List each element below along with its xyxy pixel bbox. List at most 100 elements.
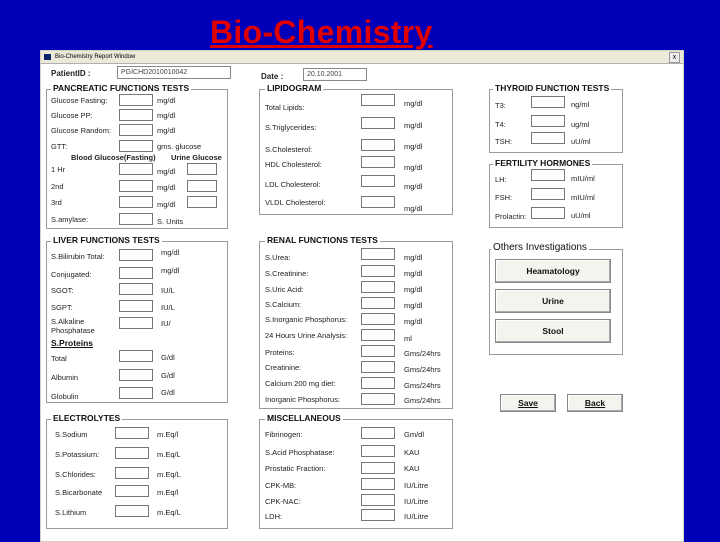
calcium-diet-input[interactable]	[361, 377, 395, 389]
inorganic-phosphorus-unit: mg/dl	[404, 317, 423, 326]
calcium-input[interactable]	[361, 297, 395, 309]
bicarbonate-input[interactable]	[115, 485, 149, 497]
t3-input[interactable]	[531, 96, 565, 108]
lh-input[interactable]	[531, 169, 565, 181]
sodium-label: S.Sodium	[55, 430, 88, 439]
vldl-input[interactable]	[361, 196, 395, 208]
protein-total-input[interactable]	[119, 350, 153, 362]
tsh-input[interactable]	[531, 132, 565, 144]
gtt-input[interactable]	[119, 140, 153, 152]
lithium-input[interactable]	[115, 505, 149, 517]
urine-proteins-input[interactable]	[361, 345, 395, 357]
save-button-label: Save	[518, 398, 538, 408]
globulin-input[interactable]	[119, 387, 153, 399]
save-button[interactable]: Save	[500, 394, 556, 412]
conjugated-unit: mg/dl	[161, 266, 180, 275]
amylase-input[interactable]	[119, 213, 153, 225]
prostatic-fraction-input[interactable]	[361, 462, 395, 474]
lh-unit: mIU/ml	[571, 174, 595, 183]
cholesterol-input[interactable]	[361, 139, 395, 151]
prolactin-unit: uU/ml	[571, 211, 591, 220]
cpk-mb-label: CPK-MB:	[265, 481, 297, 490]
cpk-mb-input[interactable]	[361, 478, 395, 490]
vldl-label: VLDL Cholesterol:	[265, 198, 326, 207]
potassium-input[interactable]	[115, 447, 149, 459]
time-2-unit: mg/dl	[157, 183, 176, 192]
bilirubin-input[interactable]	[119, 249, 153, 261]
tsh-label: TSH:	[495, 137, 513, 146]
fsh-input[interactable]	[531, 188, 565, 200]
ldh-input[interactable]	[361, 509, 395, 521]
inorganic-phosphorus-input[interactable]	[361, 313, 395, 325]
time-3-unit: mg/dl	[157, 200, 176, 209]
stool-button[interactable]: Stool	[495, 319, 611, 343]
close-icon[interactable]: x	[669, 52, 680, 63]
sgot-label: SGOT:	[51, 286, 74, 295]
glucose-fasting-unit: mg/dl	[157, 96, 176, 105]
ldl-input[interactable]	[361, 175, 395, 187]
albumin-input[interactable]	[119, 369, 153, 381]
hdl-input[interactable]	[361, 156, 395, 168]
albumin-unit: G/dl	[161, 371, 175, 380]
triglycerides-input[interactable]	[361, 117, 395, 129]
urine-button[interactable]: Urine	[495, 289, 611, 313]
amylase-label: S.amylase:	[51, 215, 89, 224]
app-icon	[44, 54, 51, 60]
time-3-input[interactable]	[119, 196, 153, 208]
pancreatic-title: PANCREATIC FUNCTIONS TESTS	[51, 83, 192, 93]
time-1-input[interactable]	[119, 163, 153, 175]
potassium-label: S.Potassium:	[55, 450, 100, 459]
triglycerides-unit: mg/dl	[404, 121, 423, 130]
sodium-input[interactable]	[115, 427, 149, 439]
chlorides-unit: m.Eq/L	[157, 470, 181, 479]
date-input[interactable]: 20.10.2001	[303, 68, 367, 81]
conjugated-label: Conjugated:	[51, 270, 92, 279]
bicarbonate-label: S.Bicarbonate	[55, 488, 103, 497]
t4-input[interactable]	[531, 115, 565, 127]
chlorides-label: S.Chlorides:	[55, 470, 96, 479]
glucose-fasting-input[interactable]	[119, 94, 153, 106]
glucose-random-input[interactable]	[119, 124, 153, 136]
cpk-nac-input[interactable]	[361, 494, 395, 506]
urea-input[interactable]	[361, 248, 395, 260]
patient-id-input[interactable]: PGICHD2010010042	[117, 66, 231, 79]
uric-acid-input[interactable]	[361, 281, 395, 293]
sgot-input[interactable]	[119, 283, 153, 295]
acid-phosphatase-input[interactable]	[361, 445, 395, 457]
creatinine-input[interactable]	[361, 265, 395, 277]
bilirubin-label: S.Bilirubin Total:	[51, 252, 105, 261]
chlorides-input[interactable]	[115, 467, 149, 479]
conjugated-input[interactable]	[119, 267, 153, 279]
fibrinogen-input[interactable]	[361, 427, 395, 439]
globulin-label: Globulin	[51, 392, 79, 401]
sgpt-unit: IU/L	[161, 303, 175, 312]
window-titlebar[interactable]: Bio-Chemistry Report Window x	[41, 51, 683, 64]
time-1-urine-input[interactable]	[187, 163, 217, 175]
back-button[interactable]: Back	[567, 394, 623, 412]
total-lipids-input[interactable]	[361, 94, 395, 106]
report-window: Bio-Chemistry Report Window x PatientID …	[40, 50, 684, 542]
urine-creatinine-input[interactable]	[361, 361, 395, 373]
fibrinogen-unit: Gm/dl	[404, 430, 425, 439]
time-3-urine-input[interactable]	[187, 196, 217, 208]
heamatology-button[interactable]: Heamatology	[495, 259, 611, 283]
protein-total-unit: G/dl	[161, 353, 175, 362]
cholesterol-label: S.Cholesterol:	[265, 145, 313, 154]
urine-phosphorus-input[interactable]	[361, 393, 395, 405]
bicarbonate-unit: m.Eq/l	[157, 488, 179, 497]
glucose-pp-input[interactable]	[119, 109, 153, 121]
ldh-unit: IU/Litre	[404, 512, 429, 521]
urea-unit: mg/dl	[404, 253, 423, 262]
total-lipids-label: Total Lipids:	[265, 103, 305, 112]
creatinine-unit: mg/dl	[404, 269, 423, 278]
fsh-label: FSH:	[495, 193, 513, 202]
sgpt-input[interactable]	[119, 300, 153, 312]
vldl-unit: mg/dl	[404, 204, 423, 213]
urine-analysis-input[interactable]	[361, 329, 395, 341]
ldh-label: LDH:	[265, 512, 283, 521]
prolactin-input[interactable]	[531, 207, 565, 219]
time-2-urine-input[interactable]	[187, 180, 217, 192]
time-2-input[interactable]	[119, 180, 153, 192]
alk-phos-input[interactable]	[119, 317, 153, 329]
acid-phosphatase-label: S.Acid Phosphatase:	[265, 448, 335, 457]
